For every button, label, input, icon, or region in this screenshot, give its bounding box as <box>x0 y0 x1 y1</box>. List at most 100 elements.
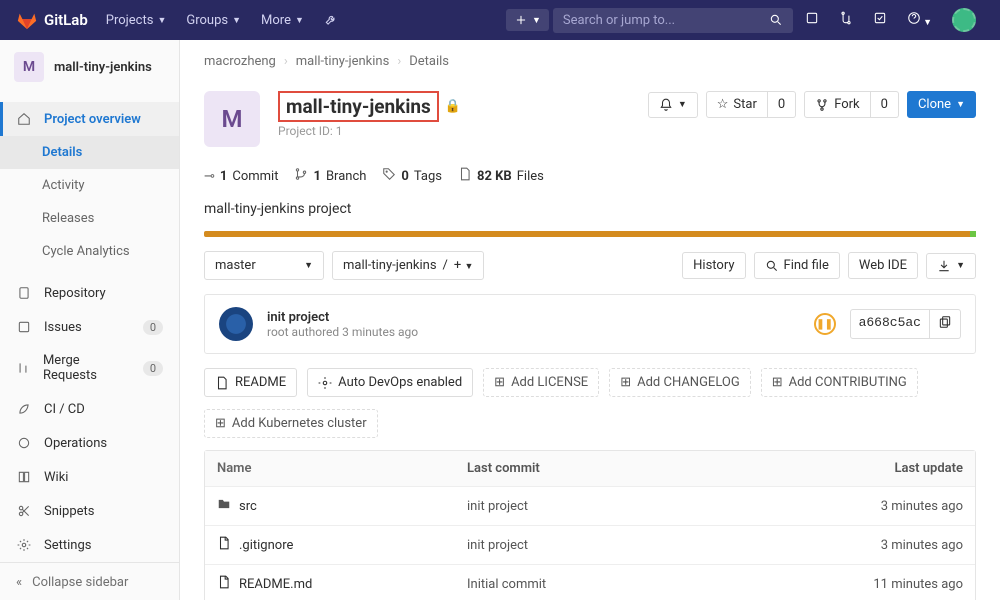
file-name[interactable]: .gitignore <box>239 538 293 553</box>
file-last-commit[interactable]: init project <box>467 538 833 553</box>
fork-count[interactable]: 0 <box>871 91 899 118</box>
sidebar-project-name: mall-tiny-jenkins <box>54 60 152 75</box>
sidebar-cicd[interactable]: CI / CD <box>0 392 179 426</box>
gear-icon <box>16 537 32 553</box>
chip-add-contributing[interactable]: ⊞Add CONTRIBUTING <box>761 368 918 397</box>
chip-add-changelog[interactable]: ⊞Add CHANGELOG <box>609 368 751 397</box>
chevron-left-icon: « <box>16 575 22 590</box>
th-update: Last update <box>833 461 963 476</box>
chip-autodevops[interactable]: Auto DevOps enabled <box>307 368 473 397</box>
sidebar-wiki[interactable]: Wiki <box>0 460 179 494</box>
file-name[interactable]: src <box>239 499 257 514</box>
plus-icon: ⊞ <box>494 375 505 390</box>
path-root[interactable]: mall-tiny-jenkins <box>343 258 437 273</box>
issues-badge: 0 <box>143 320 163 335</box>
issues-icon <box>805 11 819 25</box>
global-search[interactable] <box>553 8 793 33</box>
nav-more[interactable]: More▼ <box>251 13 314 28</box>
project-sidebar: M mall-tiny-jenkins Project overview Det… <box>0 40 180 600</box>
table-row[interactable]: README.md Initial commit 11 minutes ago <box>205 565 975 600</box>
file-name[interactable]: README.md <box>239 577 312 592</box>
sidebar-settings[interactable]: Settings <box>0 528 179 562</box>
stat-commits[interactable]: ⊸1Commit <box>204 167 278 185</box>
breadcrumb-owner[interactable]: macrozheng <box>204 54 276 69</box>
collapse-sidebar[interactable]: «Collapse sidebar <box>0 562 179 602</box>
nav-projects[interactable]: Projects▼ <box>96 13 177 28</box>
user-menu[interactable] <box>944 8 984 32</box>
file-last-commit[interactable]: Initial commit <box>467 577 833 592</box>
project-avatar-large: M <box>204 91 260 147</box>
sidebar-details[interactable]: Details <box>0 136 179 169</box>
clone-dropdown[interactable]: Clone▼ <box>907 91 976 118</box>
folder-icon <box>217 497 231 515</box>
breadcrumb-project[interactable]: mall-tiny-jenkins <box>296 54 390 69</box>
gitlab-brand[interactable]: GitLab <box>16 9 88 31</box>
sidebar-issues[interactable]: Issues0 <box>0 310 179 344</box>
plus-icon: ⊞ <box>620 375 631 390</box>
project-header: M mall-tiny-jenkins 🔒 Project ID: 1 ▼ ☆ … <box>204 83 976 163</box>
download-dropdown[interactable]: ▼ <box>926 253 976 279</box>
sidebar-cycle-analytics[interactable]: Cycle Analytics <box>0 235 179 268</box>
branch-select[interactable]: master▼ <box>204 251 324 280</box>
chevron-down-icon: ▼ <box>921 18 932 28</box>
commit-sha[interactable]: a668c5ac <box>850 309 930 339</box>
sidebar-repository[interactable]: Repository <box>0 276 179 310</box>
chip-readme[interactable]: README <box>204 368 297 397</box>
project-title: mall-tiny-jenkins <box>278 91 439 122</box>
nav-wrench[interactable] <box>314 13 348 27</box>
chevron-down-icon: ▼ <box>295 15 304 26</box>
sidebar-operations[interactable]: Operations <box>0 426 179 460</box>
copy-sha-button[interactable] <box>930 309 961 339</box>
table-row[interactable]: src init project 3 minutes ago <box>205 487 975 526</box>
last-commit: init project root authored 3 minutes ago… <box>204 294 976 354</box>
file-last-commit[interactable]: init project <box>467 499 833 514</box>
pipeline-status-icon[interactable]: ❚❚ <box>814 313 836 335</box>
rocket-icon <box>16 401 32 417</box>
history-button[interactable]: History <box>682 252 745 279</box>
notifications-dropdown[interactable]: ▼ <box>648 92 698 118</box>
sidebar-snippets[interactable]: Snippets <box>0 494 179 528</box>
project-description: mall-tiny-jenkins project <box>204 195 976 231</box>
fork-button[interactable]: Fork <box>804 91 870 118</box>
add-file-button[interactable]: + ▼ <box>454 258 474 273</box>
sidebar-merge-requests[interactable]: Merge Requests0 <box>0 344 179 392</box>
commit-title[interactable]: init project <box>267 310 800 325</box>
web-ide-button[interactable]: Web IDE <box>848 252 918 279</box>
help-dropdown[interactable]: ▼ <box>899 11 940 29</box>
todos-shortcut[interactable] <box>865 11 895 29</box>
chip-add-kubernetes[interactable]: ⊞Add Kubernetes cluster <box>204 409 378 438</box>
sidebar-project-overview[interactable]: Project overview <box>0 102 179 136</box>
stat-tags[interactable]: 0Tags <box>382 167 442 185</box>
issues-shortcut[interactable] <box>797 11 827 29</box>
todo-icon <box>873 11 887 25</box>
find-file-button[interactable]: Find file <box>754 252 840 279</box>
star-count[interactable]: 0 <box>768 91 796 118</box>
repository-icon <box>16 285 32 301</box>
star-button[interactable]: ☆ Star <box>706 91 768 118</box>
table-row[interactable]: .gitignore init project 3 minutes ago <box>205 526 975 565</box>
chevron-down-icon: ▼ <box>956 99 965 110</box>
mr-shortcut[interactable] <box>831 11 861 29</box>
table-header: Name Last commit Last update <box>205 451 975 487</box>
main-content: macrozheng › mall-tiny-jenkins › Details… <box>180 40 1000 600</box>
stat-size[interactable]: 82 KBFiles <box>458 167 544 185</box>
book-icon <box>16 469 32 485</box>
bell-icon <box>659 98 673 112</box>
file-last-update: 3 minutes ago <box>833 538 963 553</box>
new-dropdown[interactable]: ▼ <box>506 9 549 31</box>
quick-actions: README Auto DevOps enabled ⊞Add LICENSE … <box>204 368 976 397</box>
chevron-down-icon: ▼ <box>304 260 313 271</box>
file-last-update: 11 minutes ago <box>833 577 963 592</box>
sidebar-activity[interactable]: Activity <box>0 169 179 202</box>
top-navbar: GitLab Projects▼ Groups▼ More▼ ▼ ▼ <box>0 0 1000 40</box>
nav-groups[interactable]: Groups▼ <box>176 13 251 28</box>
stat-branches[interactable]: 1Branch <box>294 167 366 185</box>
commit-author-avatar <box>219 307 253 341</box>
chip-add-license[interactable]: ⊞Add LICENSE <box>483 368 599 397</box>
chevron-down-icon: ▼ <box>678 99 687 110</box>
fork-icon <box>815 98 829 112</box>
sidebar-releases[interactable]: Releases <box>0 202 179 235</box>
search-input[interactable] <box>563 13 769 28</box>
file-last-update: 3 minutes ago <box>833 499 963 514</box>
sidebar-project-header[interactable]: M mall-tiny-jenkins <box>0 40 179 94</box>
